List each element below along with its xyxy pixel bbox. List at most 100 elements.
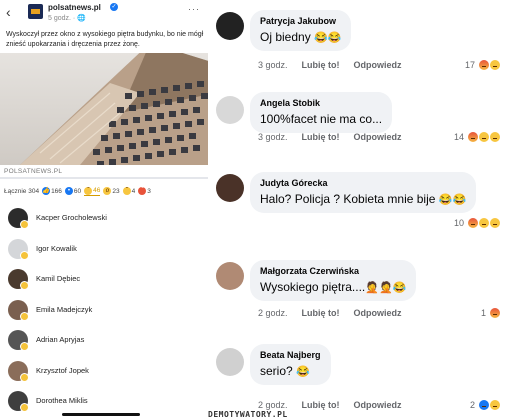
page-logo[interactable]	[28, 4, 43, 19]
reaction-count: 1	[480, 308, 486, 318]
comment-bubble[interactable]: Judyta Górecka Halo? Policja ? Kobieta m…	[250, 172, 477, 213]
tab-count: 3	[147, 187, 151, 195]
reply-button[interactable]: Odpowiedz	[354, 400, 402, 410]
more-options-icon[interactable]: ···	[188, 4, 200, 14]
person-name[interactable]: Adrian Apryjas	[36, 335, 84, 344]
like-button[interactable]: Lubię to!	[302, 400, 340, 410]
comment-bubble[interactable]: Małgorzata Czerwińska Wysokiego piętra..…	[250, 260, 417, 301]
reply-button[interactable]: Odpowiedz	[354, 132, 402, 142]
tab-sad[interactable]: ˘ 4	[122, 187, 136, 195]
haha-icon: ˘	[84, 186, 93, 195]
comment-text-body: Wysokiego piętra....	[260, 280, 366, 294]
haha-icon	[490, 218, 500, 228]
person-name[interactable]: Igor Kowalik	[36, 244, 77, 253]
list-item[interactable]: Kamil Dębiec	[0, 265, 208, 296]
reply-button[interactable]: Odpowiedz	[354, 60, 402, 70]
reactions-tabs: Łącznie 304 👍 166 • 60 ˘ 46 o 23 ˘ 4 ˘ 3	[4, 184, 208, 198]
back-icon[interactable]: ‹	[6, 4, 11, 20]
care-icon: •	[64, 187, 73, 195]
avatar[interactable]	[216, 96, 244, 124]
person-name[interactable]: Kamil Dębiec	[36, 274, 80, 283]
list-item[interactable]: Kacper Grocholewski	[0, 204, 208, 235]
comment-author[interactable]: Angela Stobik	[260, 98, 382, 108]
tab-haha[interactable]: ˘ 46	[84, 186, 101, 196]
comment-author[interactable]: Beata Najberg	[260, 350, 321, 360]
sad-icon: ˘	[122, 187, 131, 195]
list-item[interactable]: Emila Madejczyk	[0, 296, 208, 327]
post-time: 5 godz. · 🌐	[48, 15, 86, 22]
tab-like[interactable]: 👍 166	[42, 187, 62, 195]
post-image[interactable]	[0, 53, 208, 165]
comment-text: Halo? Policja ? Kobieta mnie bije 😂😂	[260, 192, 466, 206]
comment-bubble[interactable]: Angela Stobik 100%facet nie ma co...	[250, 92, 393, 133]
angry-icon	[468, 132, 478, 142]
home-indicator[interactable]	[62, 413, 140, 416]
comment-reactions[interactable]: 1	[481, 308, 500, 318]
comment-author[interactable]: Patrycja Jakubow	[260, 16, 341, 26]
laughing-emoji: 😂	[296, 366, 310, 378]
haha-icon	[20, 403, 29, 412]
tab-love[interactable]: • 60	[64, 187, 81, 195]
comment-bubble[interactable]: Patrycja Jakubow Oj biedny 😂😂	[250, 10, 352, 51]
comment-reactions[interactable]: 17	[465, 60, 500, 70]
list-item[interactable]: Igor Kowalik	[0, 235, 208, 266]
reaction-count: 2	[469, 400, 475, 410]
post-header: ‹ polsatnews.pl ✓ 5 godz. · 🌐 ···	[0, 0, 208, 28]
haha-icon	[20, 311, 29, 321]
comment-text-body: Halo? Policja ? Kobieta mnie bije	[260, 192, 436, 206]
comment-reactions[interactable]: 14	[454, 132, 500, 142]
comment-text-body: serio?	[260, 364, 293, 378]
haha-icon	[20, 281, 29, 290]
comment-author[interactable]: Judyta Górecka	[260, 178, 466, 188]
avatar[interactable]	[216, 12, 244, 40]
tab-wow[interactable]: o 23	[103, 187, 120, 195]
angry-icon: ˘	[138, 187, 147, 195]
list-item[interactable]: Adrian Apryjas	[0, 326, 208, 357]
like-button[interactable]: Lubię to!	[302, 308, 340, 318]
comment-time: 3 godz.	[258, 60, 288, 70]
person-name[interactable]: Krzysztof Jopek	[36, 366, 89, 375]
tab-angry[interactable]: ˘ 3	[138, 187, 151, 195]
page-name[interactable]: polsatnews.pl	[48, 3, 101, 12]
comment-time: 2 godz.	[258, 308, 288, 318]
comment-time: 3 godz.	[258, 132, 288, 142]
avatar[interactable]	[216, 348, 244, 376]
comment-actions: 2 godz. Lubię to! Odpowiedz	[258, 308, 416, 318]
building-photo	[0, 53, 208, 165]
comment-reactions[interactable]: 2	[470, 400, 500, 410]
divider	[0, 177, 208, 179]
comment-author[interactable]: Małgorzata Czerwińska	[260, 266, 406, 276]
comment-actions: 3 godz. Lubię to! Odpowiedz	[258, 60, 416, 70]
laughing-emoji: 😂😂	[438, 194, 467, 206]
comment-actions: 3 godz. Lubię to! Odpowiedz	[258, 132, 416, 142]
like-button[interactable]: Lubię to!	[302, 60, 340, 70]
reaction-count: 17	[464, 60, 475, 70]
person-name[interactable]: Dorothea Miklis	[36, 396, 88, 405]
comment-bubble[interactable]: Beata Najberg serio? 😂	[250, 344, 331, 385]
post-panel: ‹ polsatnews.pl ✓ 5 godz. · 🌐 ··· Wyskoc…	[0, 0, 208, 420]
tab-count: 23	[112, 187, 120, 195]
post-text: Wyskoczył przez okno z wysokiego piętra …	[6, 31, 204, 48]
haha-icon	[20, 372, 29, 382]
comments-panel: Patrycja Jakubow Oj biedny 😂😂 3 godz. Lub…	[208, 0, 510, 420]
angry-icon	[490, 308, 500, 318]
angry-icon	[479, 60, 489, 70]
comment-text: Wysokiego piętra....🤦🤦😂	[260, 280, 406, 294]
list-item[interactable]: Krzysztof Jopek	[0, 357, 208, 388]
avatar[interactable]	[216, 262, 244, 290]
tab-count: 4	[131, 187, 136, 195]
person-name[interactable]: Kacper Grocholewski	[36, 213, 107, 222]
facepalm-emoji: 🤦🤦😂	[365, 282, 407, 294]
like-button[interactable]: Lubię to!	[302, 132, 340, 142]
sad-icon	[479, 132, 489, 142]
comment-text: Oj biedny 😂😂	[260, 30, 341, 44]
avatar[interactable]	[216, 174, 244, 202]
watermark: DEMOTYWATORY.PL	[208, 410, 288, 419]
link-domain[interactable]: POLSATNEWS.PL	[4, 168, 62, 175]
person-name[interactable]: Emila Madejczyk	[36, 305, 92, 314]
haha-icon	[20, 250, 29, 260]
verified-icon: ✓	[110, 3, 118, 11]
tab-all[interactable]: Łącznie 304	[4, 188, 39, 195]
reply-button[interactable]: Odpowiedz	[354, 308, 402, 318]
comment-reactions[interactable]: 10	[454, 218, 500, 228]
